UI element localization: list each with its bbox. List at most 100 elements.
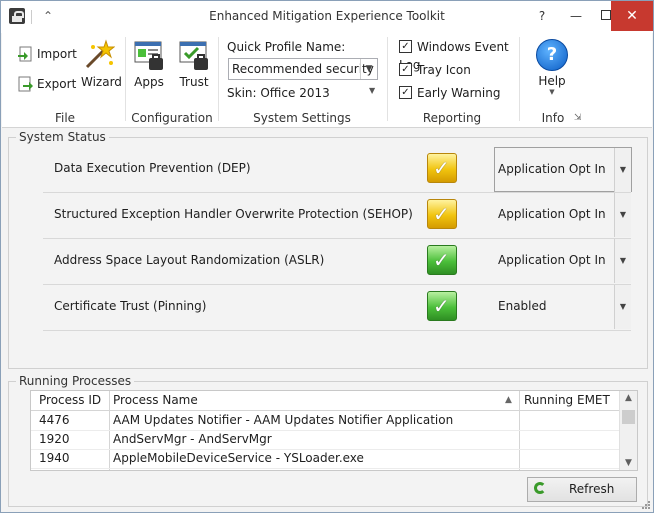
emet-cell — [520, 430, 620, 449]
help-label: Help — [538, 74, 566, 88]
tray-icon-checkbox[interactable]: ✓ Tray Icon — [399, 61, 471, 79]
chevron-down-icon[interactable]: ▼ — [614, 148, 631, 192]
help-dropdown-icon: ▼ — [549, 88, 555, 96]
column-header-name[interactable]: Process Name — [109, 391, 513, 410]
checkbox-checked-icon: ✓ — [399, 86, 412, 99]
early-warning-checkbox[interactable]: ✓ Early Warning — [399, 84, 500, 102]
wizard-icon — [83, 39, 116, 71]
grid-header: Process ID Process Name ▲ Running EMET — [31, 391, 637, 411]
help-window-button[interactable]: ? — [527, 1, 557, 31]
status-value: Application Opt In — [498, 207, 606, 221]
import-icon — [17, 46, 33, 62]
emet-cell — [520, 449, 620, 468]
tray-icon-label: Tray Icon — [417, 63, 471, 77]
apps-label: Apps — [134, 75, 164, 89]
chevron-down-icon[interactable]: ▼ — [614, 285, 631, 329]
dep-setting-dropdown[interactable]: Application Opt In ▼ — [494, 147, 632, 192]
pinning-setting-dropdown[interactable]: Enabled ▼ — [495, 285, 631, 329]
export-button[interactable]: Export — [17, 73, 76, 95]
status-value: Application Opt In — [498, 162, 606, 176]
sort-ascending-icon: ▲ — [505, 395, 512, 405]
chevron-down-icon[interactable]: ▼ — [614, 239, 631, 283]
chevron-down-icon[interactable]: ▼ — [614, 193, 631, 237]
scroll-down-icon[interactable]: ▼ — [620, 458, 637, 468]
apps-button[interactable]: Apps — [132, 39, 166, 89]
system-status-legend: System Status — [16, 130, 109, 144]
process-name-cell: AAM Updates Notifier - AAM Updates Notif… — [113, 413, 454, 427]
quick-profile-combo[interactable]: Recommended security ... ▼ — [228, 58, 378, 80]
checkbox-checked-icon: ✓ — [399, 63, 412, 76]
scroll-up-icon[interactable]: ▲ — [620, 393, 637, 403]
export-label: Export — [37, 77, 77, 91]
refresh-button[interactable]: Refresh — [527, 477, 637, 502]
status-name: Data Execution Prevention (DEP) — [54, 161, 251, 175]
status-warning-icon: ✓ — [427, 153, 457, 183]
import-label: Import — [37, 47, 77, 61]
status-name: Address Space Layout Randomization (ASLR… — [54, 253, 325, 267]
process-grid: Process ID Process Name ▲ Running EMET 4… — [30, 390, 638, 471]
aslr-setting-dropdown[interactable]: Application Opt In ▼ — [495, 239, 631, 283]
dialog-launcher-icon[interactable]: ⇲ — [574, 113, 582, 123]
process-name-cell: AndServMgr - AndServMgr — [113, 432, 272, 446]
close-button[interactable]: ✕ — [611, 1, 653, 31]
configuration-group: Apps Trust Configuration — [126, 33, 218, 127]
file-group-label: File — [54, 111, 76, 125]
import-button[interactable]: Import — [17, 43, 77, 65]
resize-grip-icon[interactable] — [642, 501, 650, 509]
refresh-icon — [534, 482, 546, 494]
column-header-pid[interactable]: Process ID — [35, 391, 111, 410]
wizard-button[interactable]: Wizard — [81, 39, 122, 89]
title-bar: ⌃ Enhanced Mitigation Experience Toolkit… — [1, 1, 653, 33]
pid-cell: 1940 — [39, 451, 70, 465]
reporting-group: ✓Windows Event Log ✓ Tray Icon ✓ Early War… — [388, 33, 516, 127]
help-button[interactable]: ? Help ▼ — [534, 39, 570, 96]
early-warning-label: Early Warning — [417, 86, 501, 100]
export-icon — [17, 76, 33, 92]
main-window: ⌃ Enhanced Mitigation Experience Toolkit… — [0, 0, 654, 513]
status-row-aslr: Address Space Layout Randomization (ASLR… — [43, 239, 631, 285]
scroll-thumb[interactable] — [622, 410, 635, 424]
status-name: Structured Exception Handler Overwrite P… — [54, 207, 413, 221]
status-row-sehop: Structured Exception Handler Overwrite P… — [43, 193, 631, 239]
table-row[interactable]: 4476 AAM Updates Notifier - AAM Updates … — [31, 411, 619, 431]
status-ok-icon: ✓ — [427, 291, 457, 321]
system-settings-group-label: System Settings — [253, 111, 351, 125]
sehop-setting-dropdown[interactable]: Application Opt In ▼ — [495, 193, 631, 237]
status-name: Certificate Trust (Pinning) — [54, 299, 207, 313]
emet-cell — [520, 411, 620, 430]
skin-label[interactable]: Skin: Office 2013 — [227, 86, 330, 100]
wizard-label: Wizard — [81, 75, 122, 89]
trust-button[interactable]: Trust — [176, 39, 212, 89]
process-grid-scrollbar[interactable]: ▲ ▼ — [619, 391, 637, 470]
status-row-pinning: Certificate Trust (Pinning) ✓ Enabled ▼ — [43, 285, 631, 331]
file-group: Import Export Wizard File — [2, 33, 128, 127]
status-row-dep: Data Execution Prevention (DEP) ✓ Applic… — [43, 147, 632, 193]
apps-icon — [133, 39, 165, 71]
process-name-cell: AppleMobileDeviceService - YSLoader.exe — [113, 451, 364, 465]
checkbox-checked-icon: ✓ — [399, 40, 412, 53]
system-settings-group: Quick Profile Name: Recommended security… — [219, 33, 385, 127]
running-processes-legend: Running Processes — [16, 374, 135, 388]
info-group: ? Help ▼ Info ⇲ — [520, 33, 586, 127]
table-row[interactable]: 1940 AppleMobileDeviceService - YSLoader… — [31, 449, 619, 469]
status-ok-icon: ✓ — [427, 245, 457, 275]
status-value: Enabled — [498, 299, 547, 313]
minimize-button[interactable]: — — [561, 1, 591, 31]
pid-cell: 4476 — [39, 413, 70, 427]
configuration-group-label: Configuration — [131, 111, 213, 125]
quick-profile-label: Quick Profile Name: — [227, 40, 346, 54]
table-row[interactable]: 1920 AndServMgr - AndServMgr — [31, 430, 619, 450]
status-value: Application Opt In — [498, 253, 606, 267]
chevron-down-icon[interactable]: ▼ — [360, 59, 377, 79]
windows-event-log-checkbox[interactable]: ✓Windows Event Log — [399, 38, 516, 72]
status-warning-icon: ✓ — [427, 199, 457, 229]
column-header-emet[interactable]: Running EMET — [520, 391, 620, 410]
quick-profile-value: Recommended security ... — [232, 62, 378, 76]
help-icon: ? — [536, 39, 568, 71]
ribbon: Import Export Wizard File Apps Trust Con… — [2, 33, 652, 128]
skin-dropdown-icon[interactable]: ▼ — [369, 86, 375, 95]
maximize-icon — [601, 10, 611, 20]
reporting-group-label: Reporting — [422, 111, 482, 125]
trust-label: Trust — [179, 75, 209, 89]
refresh-label: Refresh — [569, 482, 615, 496]
